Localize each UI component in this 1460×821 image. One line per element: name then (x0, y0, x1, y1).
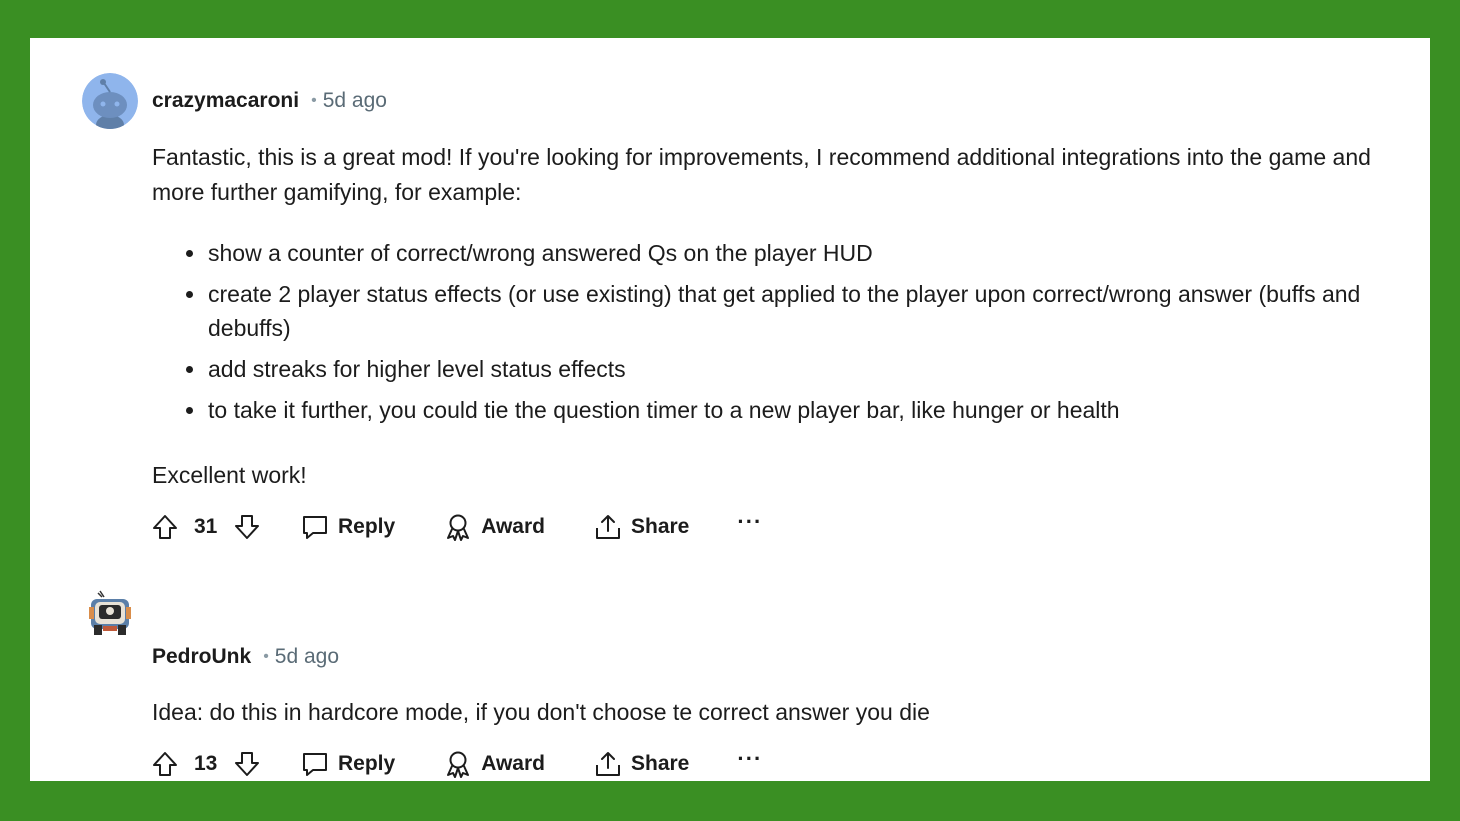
comments-panel: crazymacaroni • 5d ago Fantastic, this is … (30, 38, 1430, 781)
avatar[interactable] (82, 73, 138, 129)
share-upload-icon (593, 749, 623, 779)
comment-paragraph: Fantastic, this is a great mod! If you'r… (152, 144, 1371, 205)
list-item: add streaks for higher level status effe… (186, 352, 1448, 386)
award-label: Award (481, 752, 545, 775)
comment-paragraph: Idea: do this in hardcore mode, if you d… (152, 699, 930, 725)
share-label: Share (631, 515, 690, 538)
upvote-arrow-icon[interactable] (150, 512, 180, 542)
award-ribbon-icon (443, 749, 473, 779)
score-count: 13 (194, 752, 218, 775)
reply-label: Reply (338, 515, 396, 538)
username[interactable]: crazymacaroni (152, 89, 299, 112)
robot-avatar-icon (82, 585, 138, 641)
vote-controls: 31 (150, 512, 262, 542)
share-button[interactable]: Share (593, 749, 689, 779)
speech-bubble-icon (300, 512, 330, 542)
comment-actions: 13 Reply Award Share ··· (150, 744, 762, 784)
reply-label: Reply (338, 752, 396, 775)
award-label: Award (481, 515, 545, 538)
share-upload-icon (593, 512, 623, 542)
more-options-button[interactable]: ··· (737, 746, 762, 777)
upvote-arrow-icon[interactable] (150, 749, 180, 779)
avatar[interactable] (82, 585, 138, 641)
ellipsis-icon: ··· (737, 746, 763, 771)
award-button[interactable]: Award (443, 749, 545, 779)
comment-actions: 31 Reply Award Share ··· (150, 507, 762, 547)
more-options-button[interactable]: ··· (737, 509, 762, 540)
separator-dot: • (311, 92, 317, 109)
comment-bullet-list: show a counter of correct/wrong answered… (152, 236, 1448, 434)
downvote-arrow-icon[interactable] (232, 512, 262, 542)
separator-dot: • (263, 648, 269, 665)
username[interactable]: PedroUnk (152, 645, 251, 668)
list-item: to take it further, you could tie the qu… (186, 393, 1448, 427)
share-label: Share (631, 752, 690, 775)
snoo-avatar-icon (82, 73, 138, 129)
vote-controls: 13 (150, 749, 262, 779)
reply-button[interactable]: Reply (300, 512, 395, 542)
timestamp[interactable]: 5d ago (323, 89, 387, 112)
comment-meta: crazymacaroni • 5d ago (152, 89, 387, 113)
comment-meta: PedroUnk • 5d ago (152, 645, 339, 669)
downvote-arrow-icon[interactable] (232, 749, 262, 779)
list-item: create 2 player status effects (or use e… (186, 277, 1448, 345)
award-button[interactable]: Award (443, 512, 545, 542)
share-button[interactable]: Share (593, 512, 689, 542)
award-ribbon-icon (443, 512, 473, 542)
comment-paragraph: Excellent work! (152, 462, 307, 488)
reply-button[interactable]: Reply (300, 749, 395, 779)
speech-bubble-icon (300, 749, 330, 779)
list-item: show a counter of correct/wrong answered… (186, 236, 1448, 270)
timestamp[interactable]: 5d ago (275, 645, 339, 668)
score-count: 31 (194, 515, 218, 538)
ellipsis-icon: ··· (737, 509, 763, 534)
